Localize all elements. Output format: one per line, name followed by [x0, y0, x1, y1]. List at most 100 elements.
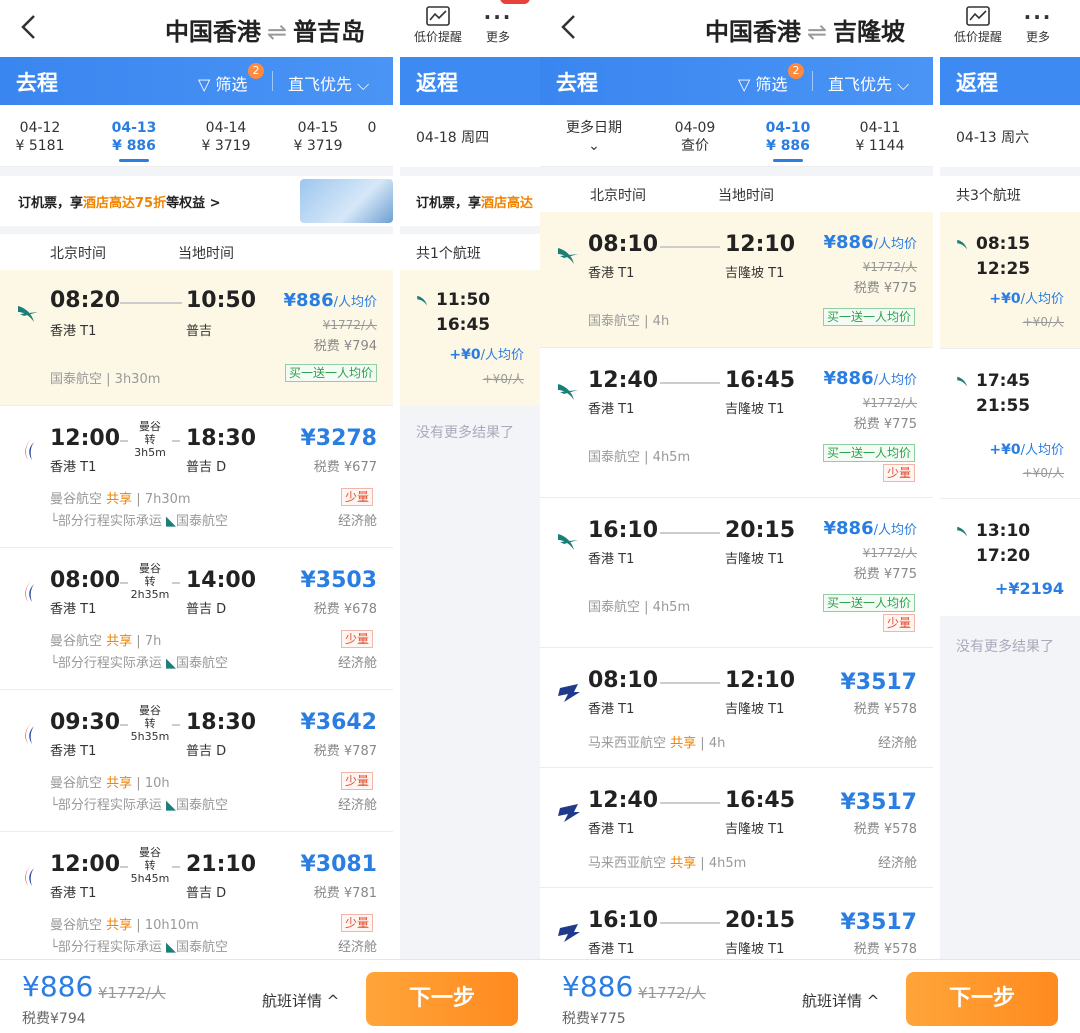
original-price: ¥1772/人 — [862, 546, 917, 560]
codeshare-badge: 共享 — [670, 856, 697, 871]
return-flight-card[interactable]: 11:50 16:45 +¥0/人均价 +¥0/人 — [400, 270, 540, 406]
date-tab-selected[interactable]: 04-13 ¥ 886 — [94, 119, 174, 162]
airline-name: 曼谷航空 — [50, 634, 103, 649]
cathay-logo-icon — [957, 526, 968, 537]
date-price: ¥ 3719 — [201, 138, 251, 154]
date-label: 04-10 — [765, 120, 811, 136]
back-button[interactable] — [18, 12, 48, 42]
return-promo-banner[interactable]: 订机票，享酒店高达 — [400, 176, 540, 226]
promo-pre: 订机票，享 — [18, 196, 84, 211]
flight-card[interactable]: 08:10 12:10 香港 T1 吉隆坡 T1 ¥886/人均价 ¥1772/… — [540, 212, 933, 348]
flight-card[interactable]: 12:00 曼谷转 3h5m 18:30 香港 T1 普吉 D ¥3278 税费 … — [0, 406, 393, 548]
codeshare-badge: 共享 — [106, 776, 133, 791]
date-label: 04-11 — [859, 120, 901, 136]
departure-airport: 香港 T1 — [50, 460, 97, 475]
arrival-time: 10:50 — [186, 288, 257, 313]
return-flight-card[interactable]: 08:15 12:25 +¥0/人均价 +¥0/人 — [940, 212, 1080, 348]
date-tab[interactable]: 04-15 ¥ 3719 — [278, 119, 358, 155]
flight-card[interactable]: 12:40 16:45 香港 T1 吉隆坡 T1 ¥886/人均价 ¥1772/… — [540, 348, 933, 498]
flight-card[interactable]: 12:40 16:45 香港 T1 吉隆坡 T1 ¥3517 税费 ¥578 马… — [540, 768, 933, 888]
origin-city: 中国香港 — [164, 18, 261, 46]
arrival-airport: 吉隆坡 T1 — [725, 266, 785, 281]
low-stock-tag: 少量 — [340, 914, 373, 932]
return-date-tab[interactable]: 04-18 周四 — [400, 105, 540, 167]
price: ¥886/人均价 — [284, 290, 378, 311]
filter-button[interactable]: ▽ 筛选 — [198, 71, 247, 95]
return-departure-time: 13:10 — [976, 521, 1031, 541]
return-flight-card[interactable]: 13:10 17:20 +¥2194 — [940, 498, 1080, 616]
flight-card[interactable]: 09:30 曼谷转 5h35m 18:30 香港 T1 普吉 D ¥3642 税费… — [0, 690, 393, 832]
route-line — [120, 302, 182, 304]
low-price-alert-button[interactable]: 低价提醒 — [948, 6, 1008, 45]
route-line — [660, 246, 720, 248]
codeshare-badge: 共享 — [670, 736, 697, 751]
tax: 税费 ¥678 — [313, 602, 377, 617]
original-price: +¥0/人 — [1022, 466, 1064, 480]
destination-city: 普吉岛 — [293, 18, 366, 46]
date-tab[interactable]: 04-09 查价 — [655, 119, 735, 155]
sort-dropdown[interactable]: 直飞优先 ⌵ — [288, 71, 369, 95]
date-tab[interactable]: 0 — [352, 119, 392, 137]
flight-card[interactable]: 16:10 20:15 香港 T1 吉隆坡 T1 ¥886/人均价 ¥1772/… — [540, 498, 933, 648]
top-bar: 中国香港 ⇌ 普吉岛 低价提醒 ··· 更多 — [0, 0, 540, 56]
return-price: +¥0/人均价 — [989, 439, 1064, 458]
arrival-time: 16:45 — [725, 788, 796, 813]
date-tab[interactable]: 04-11 ¥ 1144 — [840, 119, 920, 155]
date-price: 查价 — [681, 138, 709, 154]
date-price: ¥ 5181 — [15, 138, 65, 154]
return-count: 共1个航班 — [416, 246, 481, 262]
low-price-alert-button[interactable]: 低价提醒 — [408, 6, 468, 45]
more-dates-button[interactable]: 更多日期 ⌄ — [554, 119, 634, 155]
return-price: +¥2194 — [994, 579, 1064, 598]
return-arrival-time: 12:25 — [976, 259, 1031, 279]
cathay-logo-icon — [957, 376, 968, 387]
flight-card[interactable]: 08:10 12:10 香港 T1 吉隆坡 T1 ¥3517 税费 ¥578 马… — [540, 648, 933, 768]
duration: 7h — [144, 634, 162, 649]
spacer — [540, 167, 933, 176]
right-screen: 中国香港 ⇌ 吉隆坡 低价提醒 ··· 更多 去程 ▽ 筛选 2 直飞优先 ⌵ 返程… — [540, 0, 1080, 1033]
operated-by: └部分行程实际承运 ◣国泰航空 — [50, 652, 228, 671]
outbound-label: 去程 — [556, 71, 598, 95]
date-tab[interactable]: 04-12 ¥ 5181 — [0, 119, 80, 155]
more-dates-label: 更多日期 — [566, 120, 622, 136]
next-step-button[interactable]: 下一步 — [366, 972, 518, 1026]
airline-name: 国泰航空 — [50, 372, 103, 387]
return-date-tab[interactable]: 04-13 周六 — [940, 105, 1080, 167]
arrival-airport: 普吉 D — [186, 602, 227, 617]
return-date-label: 04-13 周六 — [956, 130, 1030, 146]
price-chart-icon — [966, 6, 990, 26]
flight-card[interactable]: 08:00 曼谷转 2h35m 14:00 香港 T1 普吉 D ¥3503 税费… — [0, 548, 393, 690]
promo-banner[interactable]: 订机票，享酒店高达75折等权益 > — [0, 176, 393, 226]
date-tab-selected[interactable]: 04-10 ¥ 886 — [748, 119, 828, 162]
time-header: 北京时间 当地时间 — [540, 176, 933, 212]
promo-text: 订机票，享酒店高达 — [416, 192, 533, 211]
notification-badge — [500, 0, 530, 4]
date-price: ¥ 886 — [766, 138, 810, 154]
sort-dropdown[interactable]: 直飞优先 ⌵ — [828, 71, 909, 95]
airline-name: 国泰航空 — [588, 450, 641, 465]
return-flight-card[interactable]: 17:45 21:55 +¥0/人均价 +¥0/人 — [940, 348, 1080, 498]
codeshare-badge: 共享 — [106, 918, 133, 933]
price: ¥3081 — [300, 852, 377, 877]
cathay-logo-icon — [18, 306, 38, 322]
flight-card[interactable]: 08:20 10:50 香港 T1 普吉 ¥886/人均价 ¥1772/人 税费… — [0, 270, 393, 406]
back-button[interactable] — [558, 12, 588, 42]
more-button[interactable]: ··· 更多 — [478, 6, 518, 45]
tax: 税费 ¥781 — [313, 886, 377, 901]
cathay-logo-icon — [558, 534, 578, 550]
next-step-button[interactable]: 下一步 — [906, 972, 1058, 1026]
return-count: 共3个航班 — [956, 188, 1021, 204]
more-button[interactable]: ··· 更多 — [1018, 6, 1058, 45]
filter-button[interactable]: ▽ 筛选 — [738, 71, 787, 95]
flight-card[interactable]: 16:10 20:15 香港 T1 吉隆坡 T1 ¥3517 税费 ¥578 — [540, 888, 933, 960]
flight-card[interactable]: 12:00 曼谷转 5h45m 21:10 香港 T1 普吉 D ¥3081 税费… — [0, 832, 393, 960]
cabin-class: 经济舱 — [877, 736, 917, 751]
date-price: ¥ 1144 — [855, 138, 905, 154]
operated-by: └部分行程实际承运 ◣国泰航空 — [50, 936, 228, 955]
date-tab[interactable]: 04-14 ¥ 3719 — [186, 119, 266, 155]
chevron-down-icon: ⌵ — [357, 75, 370, 94]
flight-details-toggle[interactable]: 航班详情 ^ — [262, 990, 339, 1011]
sort-label: 直飞优先 — [828, 75, 893, 94]
flight-details-toggle[interactable]: 航班详情 ^ — [802, 990, 879, 1011]
chevron-down-icon: ⌄ — [588, 138, 600, 154]
